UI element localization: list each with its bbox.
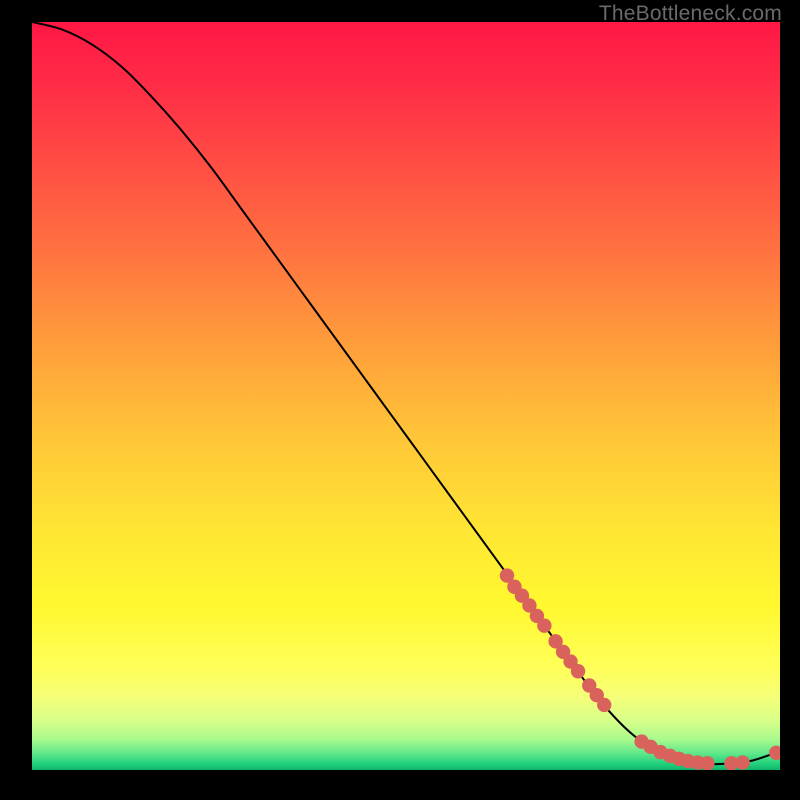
plot-area bbox=[32, 22, 780, 770]
data-marker bbox=[735, 755, 749, 769]
data-marker bbox=[597, 698, 611, 712]
bottleneck-curve bbox=[32, 22, 780, 764]
data-marker bbox=[700, 756, 714, 770]
watermark-text: TheBottleneck.com bbox=[599, 2, 782, 26]
data-marker bbox=[537, 618, 551, 632]
chart-stage: TheBottleneck.com bbox=[0, 0, 800, 800]
chart-overlay bbox=[32, 22, 780, 770]
data-marker bbox=[571, 664, 585, 678]
data-marker bbox=[769, 746, 780, 760]
data-markers bbox=[500, 568, 780, 770]
